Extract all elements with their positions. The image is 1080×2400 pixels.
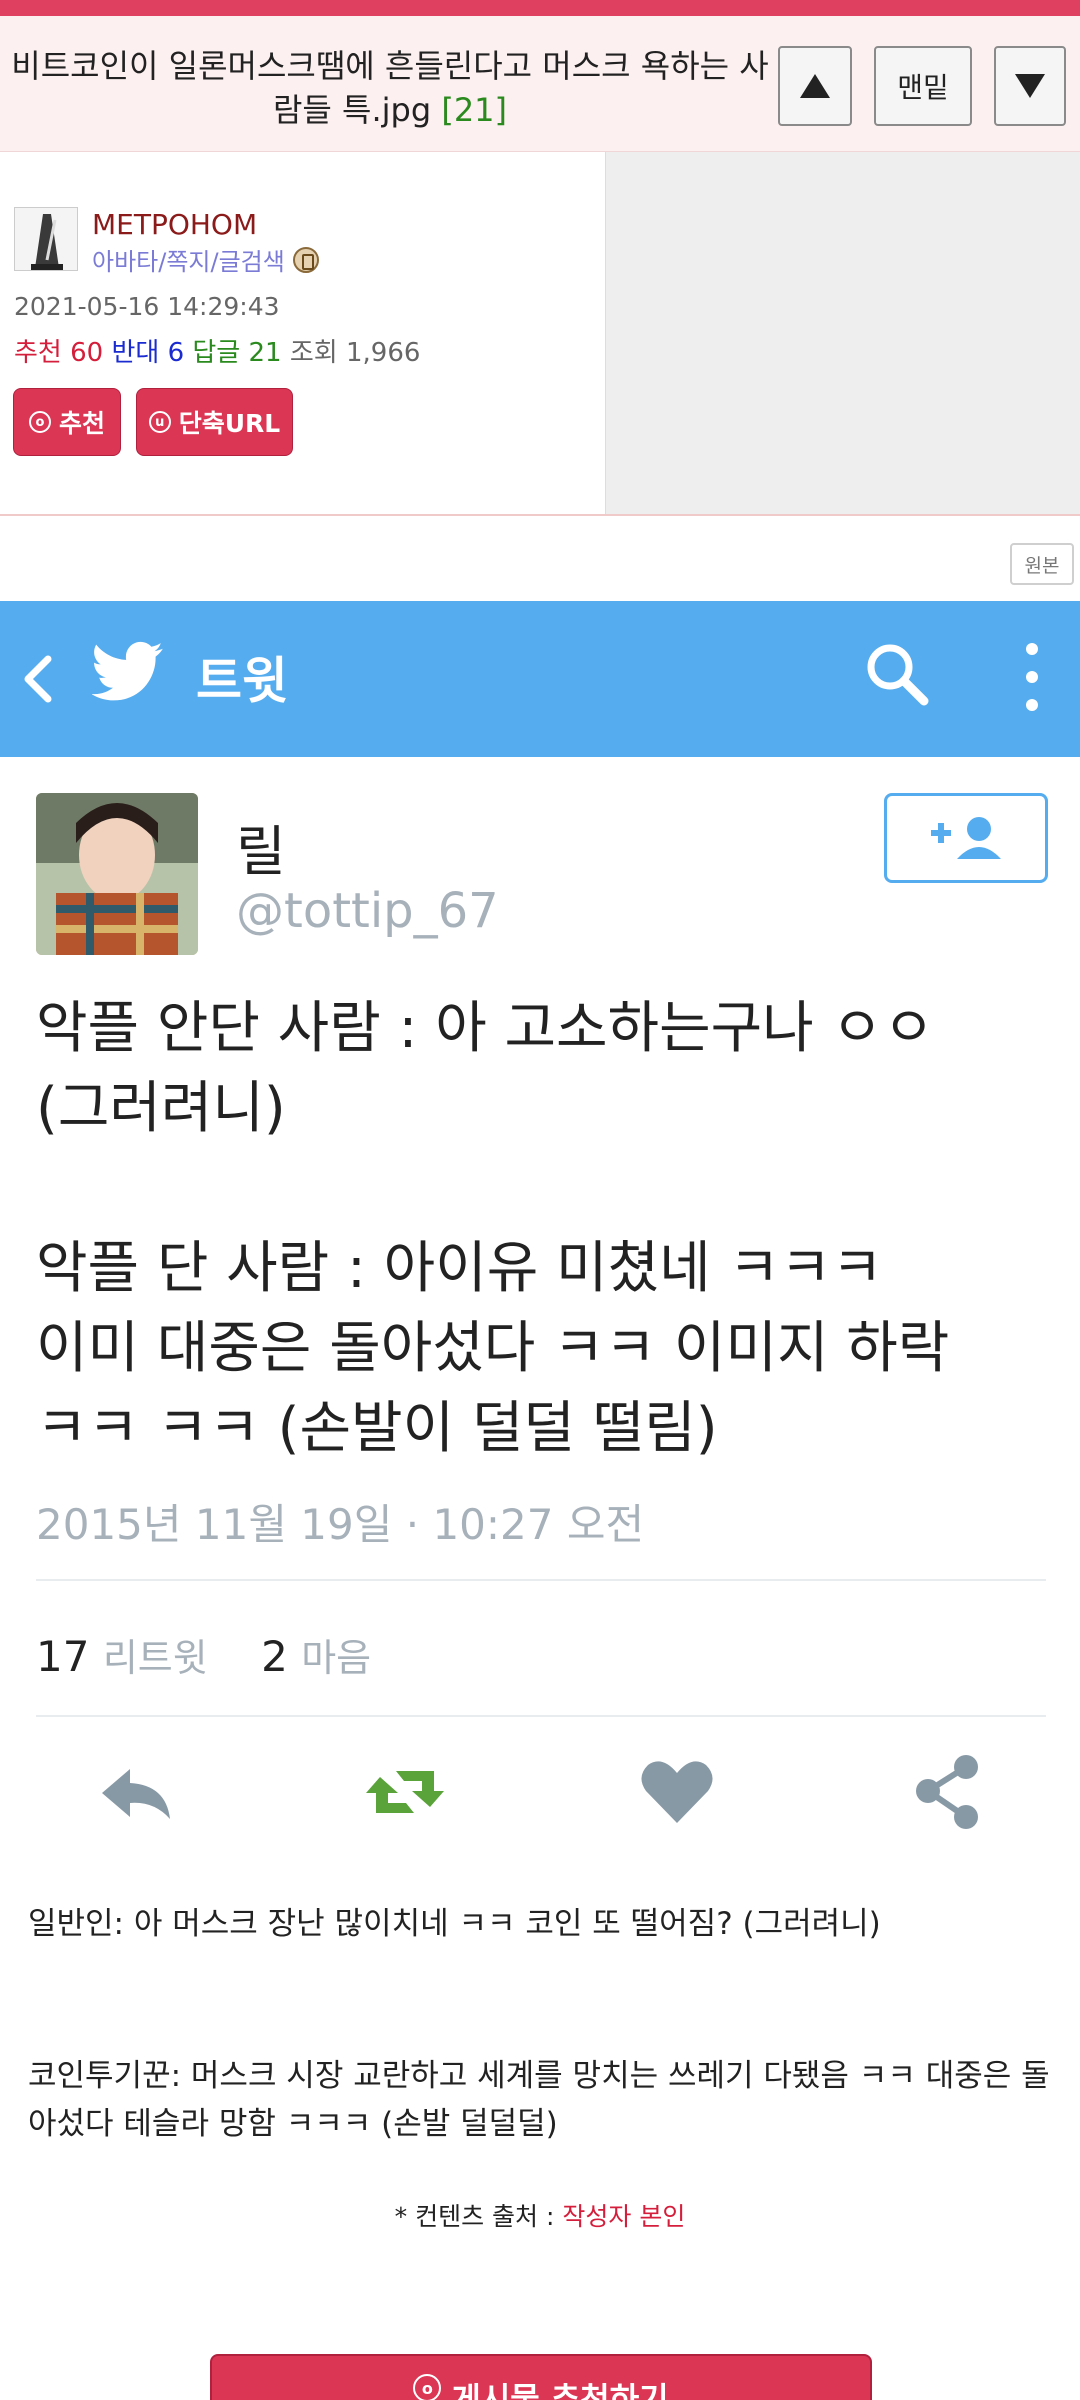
post-date: 2021-05-16 14:29:43 <box>14 292 280 321</box>
recommend-circle-icon: o <box>413 2374 442 2400</box>
source-label: * 컨텐츠 출처 : <box>394 2202 563 2231</box>
short-url-button-label: 단축URL <box>178 409 281 438</box>
top-accent-bar <box>0 0 1080 16</box>
tweet-card: 릴 @tottip_67 악플 안단 사람 : 아 고소하는구나 ㅇㅇ (그러려… <box>0 757 1080 1867</box>
author-avatar[interactable] <box>14 207 78 271</box>
recommend-button[interactable]: o 추천 <box>13 388 121 456</box>
metronome-icon <box>15 208 77 270</box>
divider <box>0 514 1080 516</box>
go-bottom-button[interactable]: 맨밑 <box>874 46 972 126</box>
recommend-button-label: 추천 <box>58 409 105 438</box>
scroll-up-button[interactable] <box>778 46 852 126</box>
tweet-avatar-photo <box>36 793 198 955</box>
post-paragraph: 일반인: 아 머스크 장난 많이치네 ㅋㅋ 코인 또 떨어짐? (그러려니) <box>28 1906 881 1942</box>
add-person-icon <box>931 817 1001 859</box>
tweet-header-title: 트윗 <box>196 652 288 710</box>
tweet-timestamp: 2015년 11월 19일 · 10:27 오전 <box>36 1500 645 1549</box>
tweet-header-bar: 트윗 <box>0 601 1080 757</box>
recommend-label: 추천 <box>14 338 62 368</box>
source-author-link[interactable]: 작성자 본인 <box>562 2202 685 2231</box>
level-badge-icon <box>292 246 319 273</box>
content-source: * 컨텐츠 출처 : 작성자 본인 <box>0 2197 1080 2233</box>
side-ad-panel <box>606 152 1080 514</box>
divider <box>36 1579 1046 1581</box>
tweet-actions <box>0 1747 1080 1847</box>
reply-icon <box>102 1769 170 1819</box>
back-arrow-icon <box>24 655 52 703</box>
post-paragraph: 코인투기꾼: 머스크 시장 교란하고 세계를 망치는 쓰레기 다됐음 ㅋㅋ 대중… <box>28 2058 1050 2142</box>
tweet-counts: 17 리트윗 2 마음 <box>36 1627 371 1682</box>
view-label: 조회 <box>289 338 338 368</box>
original-image-button[interactable]: 원본 <box>1010 543 1074 585</box>
comment-count[interactable]: [21] <box>441 91 507 129</box>
post-info-panel: METPOHOM 아바타/쪽지/글검색 2021-05-16 14:29:43 … <box>0 152 606 514</box>
twitter-bird-icon <box>92 641 163 701</box>
oppose-label: 반대 <box>111 338 160 368</box>
search-icon <box>867 644 929 706</box>
like-label: 마음 <box>301 1636 372 1680</box>
retweet-icon <box>366 1771 444 1813</box>
user-photo-icon <box>36 793 198 955</box>
heart-icon <box>641 1761 713 1823</box>
retweet-label: 리트윗 <box>102 1636 208 1680</box>
more-vertical-icon <box>1026 643 1038 711</box>
like-count: 2 <box>261 1632 288 1681</box>
post-title: 비트코인이 일론머스크땜에 흔들린다고 머스크 욕하는 사람들 특.jpg [2… <box>10 44 770 132</box>
short-url-button[interactable]: u 단축URL <box>136 388 293 456</box>
recommend-post-button[interactable]: o 게시물 추천하기 <box>210 2354 872 2400</box>
reply-label: 답글 <box>192 338 241 368</box>
scroll-down-button[interactable] <box>994 46 1066 126</box>
post-title-text: 비트코인이 일론머스크땜에 흔들린다고 머스크 욕하는 사람들 특.jpg <box>11 47 769 129</box>
tweet-user-name: 릴 <box>236 820 286 883</box>
recommend-circle-icon: o <box>28 411 51 433</box>
up-arrow-icon <box>800 74 830 98</box>
reply-count: 21 <box>248 338 282 368</box>
author-links[interactable]: 아바타/쪽지/글검색 <box>92 242 319 277</box>
divider <box>36 1715 1046 1717</box>
share-icon <box>916 1755 978 1829</box>
author-links-text[interactable]: 아바타/쪽지/글검색 <box>92 242 285 277</box>
retweet-count: 17 <box>36 1632 90 1681</box>
author-name[interactable]: METPOHOM <box>92 208 257 241</box>
recommend-count: 60 <box>70 338 104 368</box>
post-stats: 추천 60 반대 6 답글 21 조회 1,966 <box>14 332 420 369</box>
tweet-text: 악플 안단 사람 : 아 고소하는구나 ㅇㅇ (그러려니) 악플 단 사람 : … <box>36 996 950 1461</box>
post-title-bar: 비트코인이 일론머스크땜에 흔들린다고 머스크 욕하는 사람들 특.jpg [2… <box>0 16 1080 152</box>
oppose-count: 6 <box>167 338 185 368</box>
url-circle-icon: u <box>148 411 171 433</box>
down-arrow-icon <box>1015 74 1045 98</box>
recommend-post-button-label: 게시물 추천하기 <box>451 2380 669 2400</box>
view-count: 1,966 <box>345 338 421 368</box>
tweet-user-handle: @tottip_67 <box>236 883 499 939</box>
follow-icon <box>884 793 1048 883</box>
